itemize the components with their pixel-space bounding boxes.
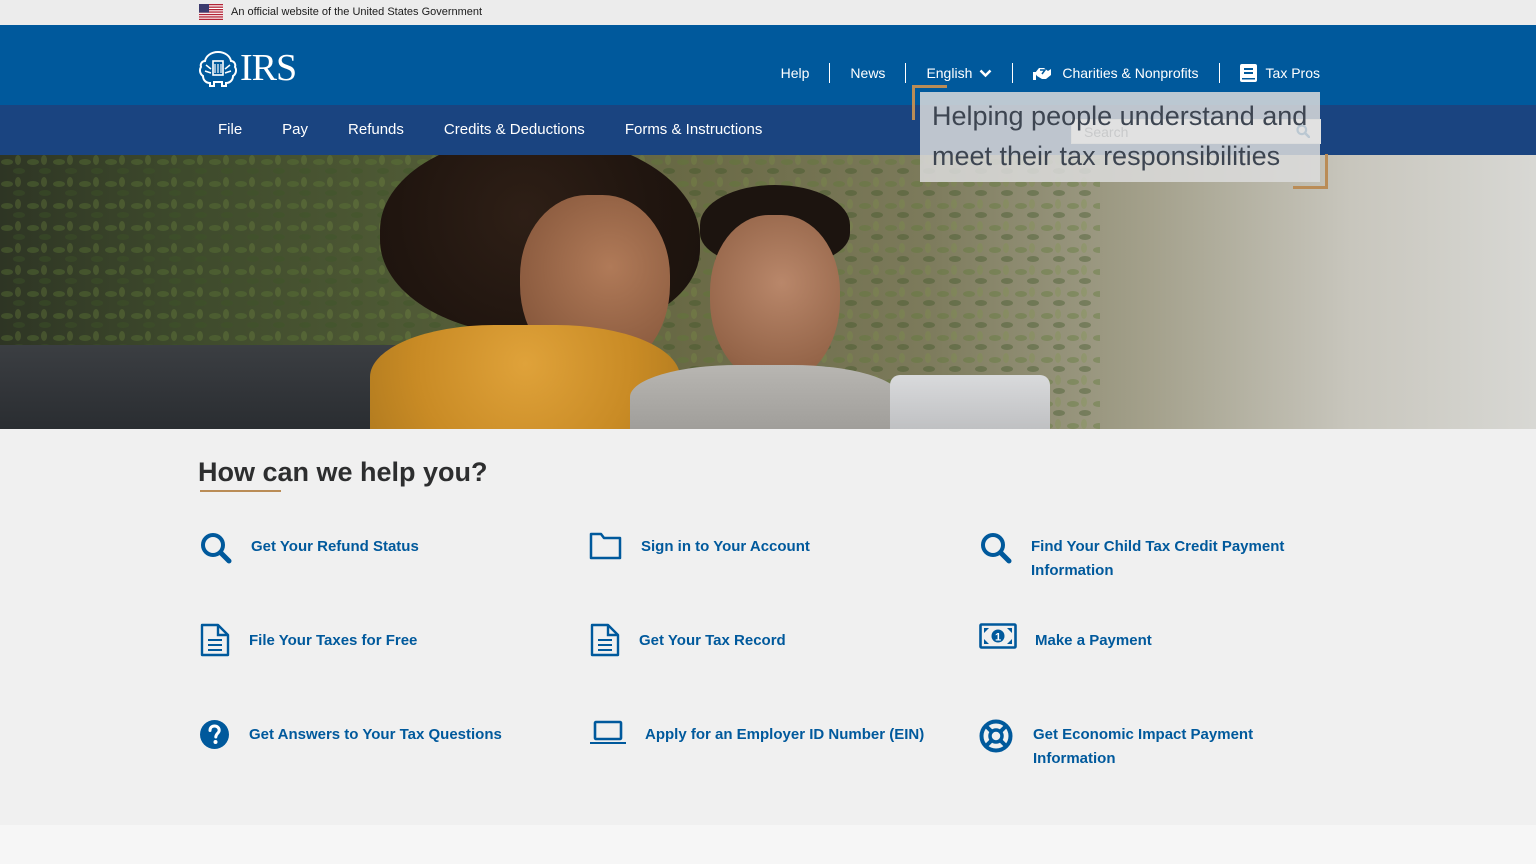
chevron-down-icon	[979, 69, 992, 78]
eagle-icon	[198, 50, 238, 87]
document-icon	[590, 623, 620, 657]
hero-laptop	[890, 375, 1050, 429]
charities-label: Charities & Nonprofits	[1062, 65, 1199, 81]
question-circle-icon	[200, 720, 229, 749]
news-link-label: News	[850, 65, 886, 81]
help-link[interactable]: Help	[761, 63, 830, 83]
hero-person-shirt	[630, 365, 900, 429]
language-selector[interactable]: English	[906, 63, 1012, 83]
hero-tagline-card: Helping people understand and meet their…	[920, 92, 1320, 182]
search-icon	[201, 533, 232, 564]
page-bottom-strip	[0, 825, 1536, 864]
tile-label: Find Your Child Tax Credit Payment Infor…	[1031, 538, 1285, 579]
folder-icon	[589, 532, 622, 560]
money-icon: 1	[979, 623, 1017, 649]
tile-label: Get Your Tax Record	[639, 632, 786, 649]
irs-logo[interactable]: IRS	[198, 47, 297, 89]
tile-child-tax-credit[interactable]: Find Your Child Tax Credit Payment Infor…	[979, 531, 1319, 591]
nav-forms-instructions[interactable]: Forms & Instructions	[605, 105, 783, 155]
nav-credits-deductions[interactable]: Credits & Deductions	[424, 105, 605, 155]
tile-refund-status[interactable]: Get Your Refund Status	[199, 531, 559, 571]
tax-pros-link[interactable]: Tax Pros	[1220, 63, 1320, 83]
laptop-icon	[590, 720, 626, 744]
utility-nav: Help News English Charities & Nonprofits…	[761, 63, 1320, 83]
nav-file[interactable]: File	[198, 105, 262, 155]
tile-label: Get Economic Impact Payment Information	[1033, 726, 1254, 767]
hero-person-face	[710, 215, 840, 385]
language-label: English	[926, 65, 973, 81]
gov-banner-text: An official website of the United States…	[231, 6, 483, 18]
tile-tax-record[interactable]: Get Your Tax Record	[589, 623, 949, 663]
tile-label: File Your Taxes for Free	[249, 632, 418, 649]
life-ring-icon	[979, 719, 1013, 753]
logo-text: IRS	[240, 47, 297, 89]
tax-pros-label: Tax Pros	[1265, 65, 1320, 81]
tile-label: Get Your Refund Status	[251, 538, 419, 555]
tile-make-payment[interactable]: 1 Make a Payment	[979, 623, 1319, 663]
tile-label: Apply for an Employer ID Number (EIN)	[645, 726, 925, 743]
tile-file-free[interactable]: File Your Taxes for Free	[199, 623, 559, 663]
main-nav-links: File Pay Refunds Credits & Deductions Fo…	[198, 105, 782, 155]
hero-bench	[0, 345, 420, 429]
nav-refunds[interactable]: Refunds	[328, 105, 424, 155]
us-flag-icon	[199, 4, 223, 20]
nav-pay[interactable]: Pay	[262, 105, 328, 155]
hero-tagline: Helping people understand and meet their…	[932, 101, 1308, 171]
tile-tax-questions[interactable]: Get Answers to Your Tax Questions	[199, 719, 559, 759]
document-icon	[200, 623, 230, 657]
hero-banner	[0, 155, 1536, 429]
hero-bracket-bottom-right	[1293, 154, 1328, 189]
tile-label: Make a Payment	[1035, 632, 1152, 649]
handshake-icon	[1033, 64, 1053, 82]
charities-link[interactable]: Charities & Nonprofits	[1013, 63, 1218, 83]
news-link[interactable]: News	[830, 63, 905, 83]
tile-label: Sign in to Your Account	[641, 538, 810, 555]
svg-text:1: 1	[995, 632, 1001, 644]
title-underline	[200, 490, 281, 492]
help-section: How can we help you? Get Your Refund Sta…	[0, 429, 1536, 825]
tile-label: Get Answers to Your Tax Questions	[249, 726, 502, 743]
official-gov-banner: An official website of the United States…	[0, 0, 1536, 25]
tile-apply-ein[interactable]: Apply for an Employer ID Number (EIN)	[589, 719, 949, 759]
tile-sign-in[interactable]: Sign in to Your Account	[589, 531, 949, 571]
book-icon	[1239, 64, 1257, 82]
tile-economic-impact[interactable]: Get Economic Impact Payment Information	[979, 719, 1319, 779]
search-icon	[981, 533, 1012, 564]
help-title: How can we help you?	[198, 457, 488, 487]
help-link-label: Help	[780, 65, 810, 81]
